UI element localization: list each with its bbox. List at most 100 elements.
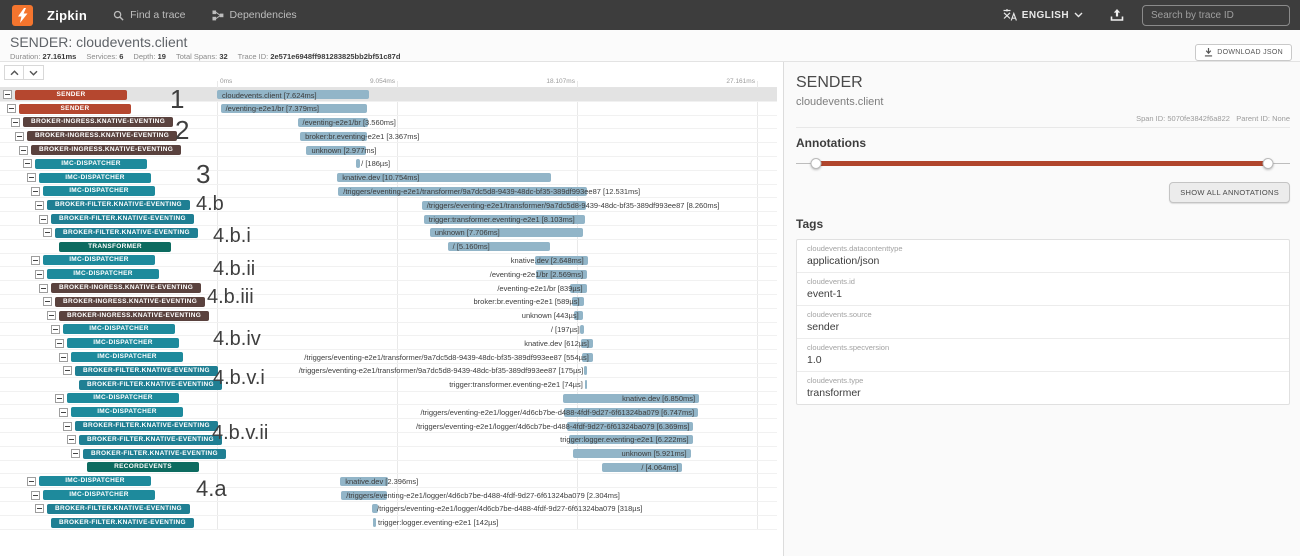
service-badge[interactable]: IMC-DISPATCHER: [47, 269, 159, 279]
service-badge[interactable]: BROKER-INGRESS.KNATIVE-EVENTING: [55, 297, 205, 307]
collapse-toggle[interactable]: [31, 187, 40, 196]
service-badge[interactable]: SENDER: [15, 90, 127, 100]
trace-row[interactable]: BROKER-FILTER.KNATIVE-EVENTINGunknown [5…: [0, 447, 777, 461]
service-badge[interactable]: TRANSFORMER: [59, 242, 171, 252]
nav-find-a-trace[interactable]: Find a trace: [113, 9, 185, 21]
trace-row[interactable]: IMC-DISPATCHER/triggers/eventing-e2e1/tr…: [0, 185, 777, 199]
trace-row[interactable]: BROKER-FILTER.KNATIVE-EVENTING/triggers/…: [0, 502, 777, 516]
collapse-toggle[interactable]: [27, 477, 36, 486]
search-by-trace-id-input[interactable]: [1142, 5, 1290, 26]
service-badge[interactable]: BROKER-FILTER.KNATIVE-EVENTING: [51, 518, 194, 528]
trace-row[interactable]: IMC-DISPATCHERknative.dev [2.648ms]: [0, 254, 777, 268]
service-badge[interactable]: SENDER: [19, 104, 131, 114]
collapse-toggle[interactable]: [27, 173, 36, 182]
collapse-toggle[interactable]: [43, 297, 52, 306]
collapse-toggle[interactable]: [59, 353, 68, 362]
service-badge[interactable]: IMC-DISPATCHER: [67, 338, 179, 348]
trace-row[interactable]: IMC-DISPATCHER/eventing-e2e1/br [2.569ms…: [0, 267, 777, 281]
service-badge[interactable]: BROKER-INGRESS.KNATIVE-EVENTING: [51, 283, 201, 293]
span-duration-bar[interactable]: [356, 159, 360, 168]
trace-row[interactable]: BROKER-FILTER.KNATIVE-EVENTINGunknown [7…: [0, 226, 777, 240]
span-duration-bar[interactable]: [584, 366, 587, 375]
collapse-toggle[interactable]: [31, 256, 40, 265]
trace-row[interactable]: BROKER-FILTER.KNATIVE-EVENTINGtrigger:lo…: [0, 516, 777, 530]
trace-row[interactable]: BROKER-FILTER.KNATIVE-EVENTINGtrigger:tr…: [0, 212, 777, 226]
service-badge[interactable]: BROKER-INGRESS.KNATIVE-EVENTING: [23, 117, 173, 127]
span-duration-bar[interactable]: [373, 518, 376, 527]
trace-row[interactable]: IMC-DISPATCHER/triggers/eventing-e2e1/lo…: [0, 405, 777, 419]
span-duration-bar[interactable]: [580, 325, 584, 334]
service-badge[interactable]: BROKER-INGRESS.KNATIVE-EVENTING: [27, 131, 177, 141]
trace-row[interactable]: IMC-DISPATCHER/ [197µs]: [0, 323, 777, 337]
collapse-toggle[interactable]: [15, 132, 24, 141]
trace-row[interactable]: IMC-DISPATCHER/triggers/eventing-e2e1/lo…: [0, 488, 777, 502]
collapse-toggle[interactable]: [35, 201, 44, 210]
trace-row[interactable]: SENDERcloudevents.client [7.624ms]: [0, 88, 777, 102]
collapse-toggle[interactable]: [47, 311, 56, 320]
collapse-toggle[interactable]: [3, 90, 12, 99]
service-badge[interactable]: BROKER-FILTER.KNATIVE-EVENTING: [47, 200, 190, 210]
span-duration-bar[interactable]: [585, 380, 587, 389]
trace-row[interactable]: BROKER-FILTER.KNATIVE-EVENTINGtrigger:tr…: [0, 378, 777, 392]
collapse-toggle[interactable]: [39, 215, 48, 224]
service-badge[interactable]: IMC-DISPATCHER: [71, 352, 183, 362]
collapse-toggle[interactable]: [35, 270, 44, 279]
collapse-toggle[interactable]: [11, 118, 20, 127]
service-badge[interactable]: BROKER-INGRESS.KNATIVE-EVENTING: [31, 145, 181, 155]
trace-row[interactable]: RECORDEVENTS/ [4.064ms]: [0, 461, 777, 475]
trace-row[interactable]: BROKER-FILTER.KNATIVE-EVENTINGtrigger:lo…: [0, 433, 777, 447]
service-badge[interactable]: BROKER-FILTER.KNATIVE-EVENTING: [83, 449, 226, 459]
trace-row[interactable]: TRANSFORMER/ [5.160ms]: [0, 240, 777, 254]
trace-row[interactable]: IMC-DISPATCHERknative.dev [6.850ms]: [0, 392, 777, 406]
service-badge[interactable]: BROKER-FILTER.KNATIVE-EVENTING: [75, 421, 218, 431]
service-badge[interactable]: IMC-DISPATCHER: [43, 186, 155, 196]
service-badge[interactable]: IMC-DISPATCHER: [35, 159, 147, 169]
trace-row[interactable]: BROKER-INGRESS.KNATIVE-EVENTINGbroker:br…: [0, 129, 777, 143]
trace-row[interactable]: BROKER-FILTER.KNATIVE-EVENTING/triggers/…: [0, 419, 777, 433]
service-badge[interactable]: BROKER-FILTER.KNATIVE-EVENTING: [47, 504, 190, 514]
trace-row[interactable]: BROKER-INGRESS.KNATIVE-EVENTING/eventing…: [0, 281, 777, 295]
trace-row[interactable]: IMC-DISPATCHERknative.dev [2.396ms]: [0, 474, 777, 488]
service-badge[interactable]: BROKER-INGRESS.KNATIVE-EVENTING: [59, 311, 209, 321]
download-json-button[interactable]: DOWNLOAD JSON: [1195, 44, 1292, 61]
service-badge[interactable]: BROKER-FILTER.KNATIVE-EVENTING: [75, 366, 218, 376]
trace-row[interactable]: SENDER/eventing-e2e1/br [7.379ms]: [0, 102, 777, 116]
service-badge[interactable]: IMC-DISPATCHER: [67, 393, 179, 403]
language-selector[interactable]: ENGLISH: [998, 9, 1088, 21]
service-badge[interactable]: IMC-DISPATCHER: [39, 476, 151, 486]
collapse-toggle[interactable]: [43, 228, 52, 237]
service-badge[interactable]: IMC-DISPATCHER: [63, 324, 175, 334]
trace-row[interactable]: BROKER-FILTER.KNATIVE-EVENTING/triggers/…: [0, 364, 777, 378]
collapse-toggle[interactable]: [59, 408, 68, 417]
trace-row[interactable]: BROKER-INGRESS.KNATIVE-EVENTINGbroker:br…: [0, 295, 777, 309]
collapse-toggle[interactable]: [63, 422, 72, 431]
service-badge[interactable]: BROKER-FILTER.KNATIVE-EVENTING: [51, 214, 194, 224]
collapse-toggle[interactable]: [63, 366, 72, 375]
collapse-toggle[interactable]: [19, 146, 28, 155]
service-badge[interactable]: RECORDEVENTS: [87, 462, 199, 472]
zipkin-logo-icon[interactable]: [12, 5, 33, 26]
collapse-toggle[interactable]: [31, 491, 40, 500]
collapse-toggle[interactable]: [51, 325, 60, 334]
collapse-toggle[interactable]: [35, 504, 44, 513]
trace-row[interactable]: BROKER-FILTER.KNATIVE-EVENTING/triggers/…: [0, 198, 777, 212]
trace-row[interactable]: BROKER-INGRESS.KNATIVE-EVENTING/eventing…: [0, 116, 777, 130]
slider-handle-end[interactable]: [1262, 158, 1273, 169]
service-badge[interactable]: IMC-DISPATCHER: [39, 173, 151, 183]
expand-all-button[interactable]: [24, 65, 44, 80]
trace-row[interactable]: BROKER-INGRESS.KNATIVE-EVENTINGunknown […: [0, 309, 777, 323]
collapse-toggle[interactable]: [55, 339, 64, 348]
trace-row[interactable]: IMC-DISPATCHERknative.dev [10.754ms]: [0, 171, 777, 185]
service-badge[interactable]: BROKER-FILTER.KNATIVE-EVENTING: [79, 380, 222, 390]
collapse-toggle[interactable]: [23, 159, 32, 168]
nav-dependencies[interactable]: Dependencies: [212, 9, 297, 21]
service-badge[interactable]: BROKER-FILTER.KNATIVE-EVENTING: [79, 435, 222, 445]
collapse-all-button[interactable]: [4, 65, 24, 80]
service-badge[interactable]: IMC-DISPATCHER: [43, 490, 155, 500]
collapse-toggle[interactable]: [7, 104, 16, 113]
collapse-toggle[interactable]: [39, 284, 48, 293]
upload-button[interactable]: [1110, 8, 1124, 22]
collapse-toggle[interactable]: [67, 435, 76, 444]
service-badge[interactable]: IMC-DISPATCHER: [43, 255, 155, 265]
collapse-toggle[interactable]: [71, 449, 80, 458]
